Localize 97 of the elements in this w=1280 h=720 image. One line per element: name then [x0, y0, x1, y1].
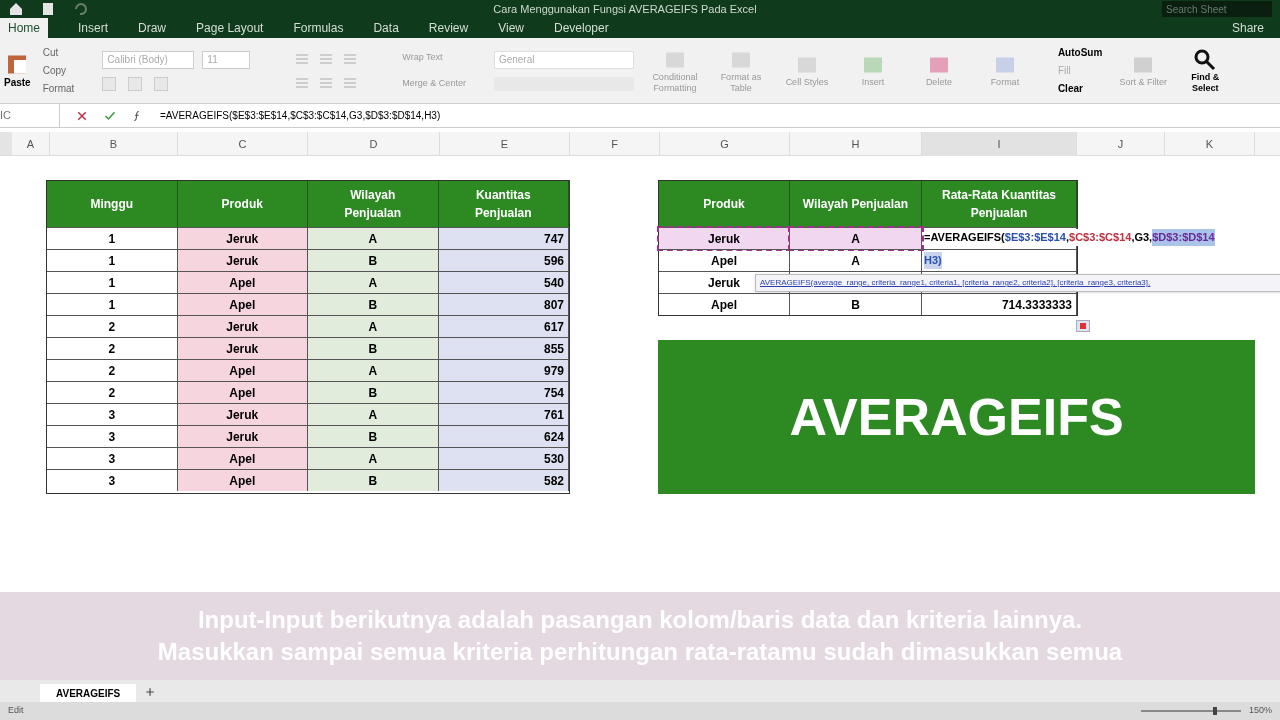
banner-title: AVERAGEIFS	[789, 387, 1124, 448]
ribbon-tab[interactable]: Data	[373, 18, 399, 38]
ribbon-tab[interactable]: Home	[0, 18, 48, 38]
table-cell: Apel	[177, 360, 308, 381]
ribbon-tab[interactable]: Insert	[78, 18, 109, 38]
undo-icon[interactable]	[72, 1, 88, 17]
table-cell: B	[790, 294, 922, 315]
table-cell: Apel	[177, 382, 308, 403]
table-cell: Apel	[177, 470, 308, 491]
column-header[interactable]: B	[50, 132, 178, 156]
formula-continuation[interactable]: H3)	[924, 252, 942, 269]
zoom-slider-thumb[interactable]	[1212, 707, 1217, 715]
column-header[interactable]: E	[440, 132, 570, 156]
window-title: Cara Menggunakan Fungsi AVERAGEIFS Pada Excel	[493, 1, 757, 17]
clipboard-button[interactable]: Copy	[42, 63, 75, 78]
save-icon[interactable]	[40, 1, 56, 17]
table-cell: Jeruk	[177, 338, 308, 359]
table-cell: 624	[438, 426, 569, 447]
paste-button[interactable]: Paste	[4, 75, 31, 90]
column-header[interactable]: A	[12, 132, 50, 156]
table-cell: A	[790, 228, 922, 249]
table-cell: B	[308, 426, 439, 447]
table-cell: B	[308, 382, 439, 403]
table-cell: Jeruk	[177, 426, 308, 447]
table-cell: 714.3333333	[922, 294, 1077, 315]
table-cell: 761	[438, 404, 569, 425]
table-cell: Apel	[177, 448, 308, 469]
table-cell: Jeruk	[177, 316, 308, 337]
table-cell: 754	[438, 382, 569, 403]
confirm-icon[interactable]	[104, 109, 116, 122]
table-cell: Jeruk	[177, 404, 308, 425]
ribbon-tab[interactable]: Developer	[553, 18, 609, 38]
table-cell: 855	[438, 338, 569, 359]
column-header[interactable]: C	[178, 132, 308, 156]
table-cell: A	[308, 316, 439, 337]
column-heading: Rata-Rata Kuantitas Penjualan	[922, 181, 1077, 227]
table-cell: Apel	[659, 294, 790, 315]
ribbon-tab[interactable]: Draw	[138, 18, 167, 38]
ribbon-tab[interactable]: View	[498, 18, 524, 38]
column-heading: Kuantitas Penjualan	[438, 181, 569, 227]
zoom-level: 150%	[1248, 704, 1272, 718]
table-cell: 807	[438, 294, 569, 315]
table-cell: Apel	[177, 294, 308, 315]
select-all-corner[interactable]	[0, 132, 12, 155]
editing-button[interactable]: AutoSum	[1057, 45, 1103, 60]
clipboard-button[interactable]: Cut	[42, 45, 75, 60]
function-tooltip: AVERAGEIFS(average_range, criteria_range1, criteria1, [criteria_range2, criteria2], [criteria_range3, criteria3],	[755, 274, 1280, 292]
table-cell: 530	[438, 448, 569, 469]
column-header[interactable]: J	[1077, 132, 1165, 156]
table-cell: A	[790, 250, 922, 271]
table-cell: Jeruk	[659, 228, 790, 249]
table-cell: 596	[438, 250, 569, 271]
table-cell: Apel	[659, 250, 790, 271]
table-cell: A	[308, 228, 439, 249]
search-icon[interactable]	[1193, 47, 1218, 72]
ribbon-tab[interactable]: Review	[428, 18, 469, 38]
column-header[interactable]: F	[570, 132, 660, 156]
table-cell: 617	[438, 316, 569, 337]
sheet-tab[interactable]: AVERAGEIFS	[40, 684, 137, 702]
name-box[interactable]: IC	[0, 103, 60, 128]
column-header[interactable]: D	[308, 132, 440, 156]
add-sheet-icon[interactable]	[144, 686, 157, 698]
table-cell: Jeruk	[177, 228, 308, 249]
ribbon-tab[interactable]: Page Layout	[196, 18, 264, 38]
table-cell: Jeruk	[177, 250, 308, 271]
table-cell: 747	[438, 228, 569, 249]
clipboard-button[interactable]: Format	[42, 81, 75, 96]
paste-options-icon[interactable]	[1076, 320, 1090, 332]
table-cell: 540	[438, 272, 569, 293]
column-header[interactable]: I	[922, 132, 1077, 156]
table-cell: 582	[438, 470, 569, 491]
table-cell: B	[308, 294, 439, 315]
column-heading: Produk	[659, 181, 790, 227]
status-mode: Edit	[8, 704, 24, 718]
table-cell: B	[308, 470, 439, 491]
table-cell: A	[308, 360, 439, 381]
table-cell: 979	[438, 360, 569, 381]
editing-button[interactable]: Clear	[1057, 81, 1103, 96]
share-button[interactable]: Share	[1231, 18, 1264, 38]
column-header[interactable]: K	[1165, 132, 1255, 156]
cancel-icon[interactable]	[76, 109, 88, 122]
column-header[interactable]: G	[660, 132, 790, 156]
column-heading: Wilayah Penjualan	[790, 181, 922, 227]
cell-editor[interactable]: =AVERAGEIFS($E$3:$E$14,$C$3:$C$14,G3,$D$3:$D$14	[924, 229, 1215, 246]
search-field[interactable]: Search Sheet	[1162, 1, 1272, 17]
table-cell: A	[308, 272, 439, 293]
table-cell: A	[308, 448, 439, 469]
table-cell: A	[308, 404, 439, 425]
table-cell: B	[308, 338, 439, 359]
ribbon-tab[interactable]: Formulas	[293, 18, 344, 38]
table-cell: Apel	[177, 272, 308, 293]
table-cell: B	[308, 250, 439, 271]
column-heading: Produk	[177, 181, 308, 227]
find-select-button[interactable]: Find & Select	[1180, 71, 1231, 94]
column-heading: Wilayah Penjualan	[308, 181, 439, 227]
column-heading: Minggu	[47, 181, 178, 227]
formula-text[interactable]: =AVERAGEIFS($E$3:$E$14,$C$3:$C$14,G3,$D$3:$D$14,H3)	[160, 108, 441, 123]
